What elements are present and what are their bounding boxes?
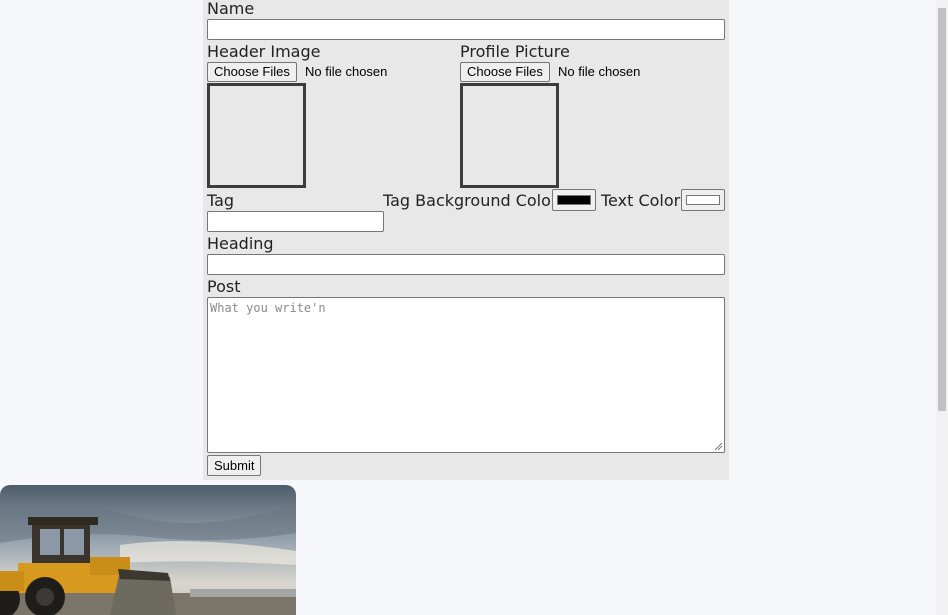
text-color-swatch (686, 195, 720, 205)
excavator-photo-card (0, 485, 296, 615)
tag-background-color-picker[interactable] (552, 189, 596, 211)
tag-background-color-swatch (557, 195, 591, 205)
heading-label: Heading (207, 234, 274, 253)
header-image-choose-button[interactable]: Choose Files (207, 62, 297, 82)
profile-picture-preview (460, 83, 559, 188)
resize-grip-icon[interactable] (714, 442, 723, 451)
header-image-label: Header Image (207, 42, 321, 61)
page: Name Header Image Choose Files No file c… (0, 0, 948, 615)
scrollbar-thumb[interactable] (938, 8, 946, 411)
text-color-picker[interactable] (681, 189, 725, 211)
name-input[interactable] (207, 19, 725, 40)
vertical-scrollbar[interactable] (936, 0, 948, 615)
post-placeholder: What you write'n (210, 301, 326, 315)
post-label: Post (207, 277, 241, 296)
text-color-label: Text Color (601, 191, 681, 210)
profile-picture-label: Profile Picture (460, 42, 570, 61)
header-image-preview (207, 83, 306, 188)
submit-button[interactable]: Submit (207, 455, 262, 476)
profile-picture-file-status: No file chosen (558, 64, 641, 79)
tag-label: Tag (207, 191, 235, 210)
post-textarea[interactable]: What you write'n (207, 297, 725, 453)
heading-input[interactable] (207, 254, 725, 275)
name-label: Name (207, 0, 255, 18)
header-image-file-status: No file chosen (305, 64, 388, 79)
tag-input[interactable] (207, 211, 384, 232)
post-form: Name Header Image Choose Files No file c… (203, 0, 729, 480)
tag-background-color-label: Tag Background Color (383, 191, 558, 210)
profile-picture-choose-button[interactable]: Choose Files (460, 62, 550, 82)
excavator-photo (0, 485, 296, 615)
